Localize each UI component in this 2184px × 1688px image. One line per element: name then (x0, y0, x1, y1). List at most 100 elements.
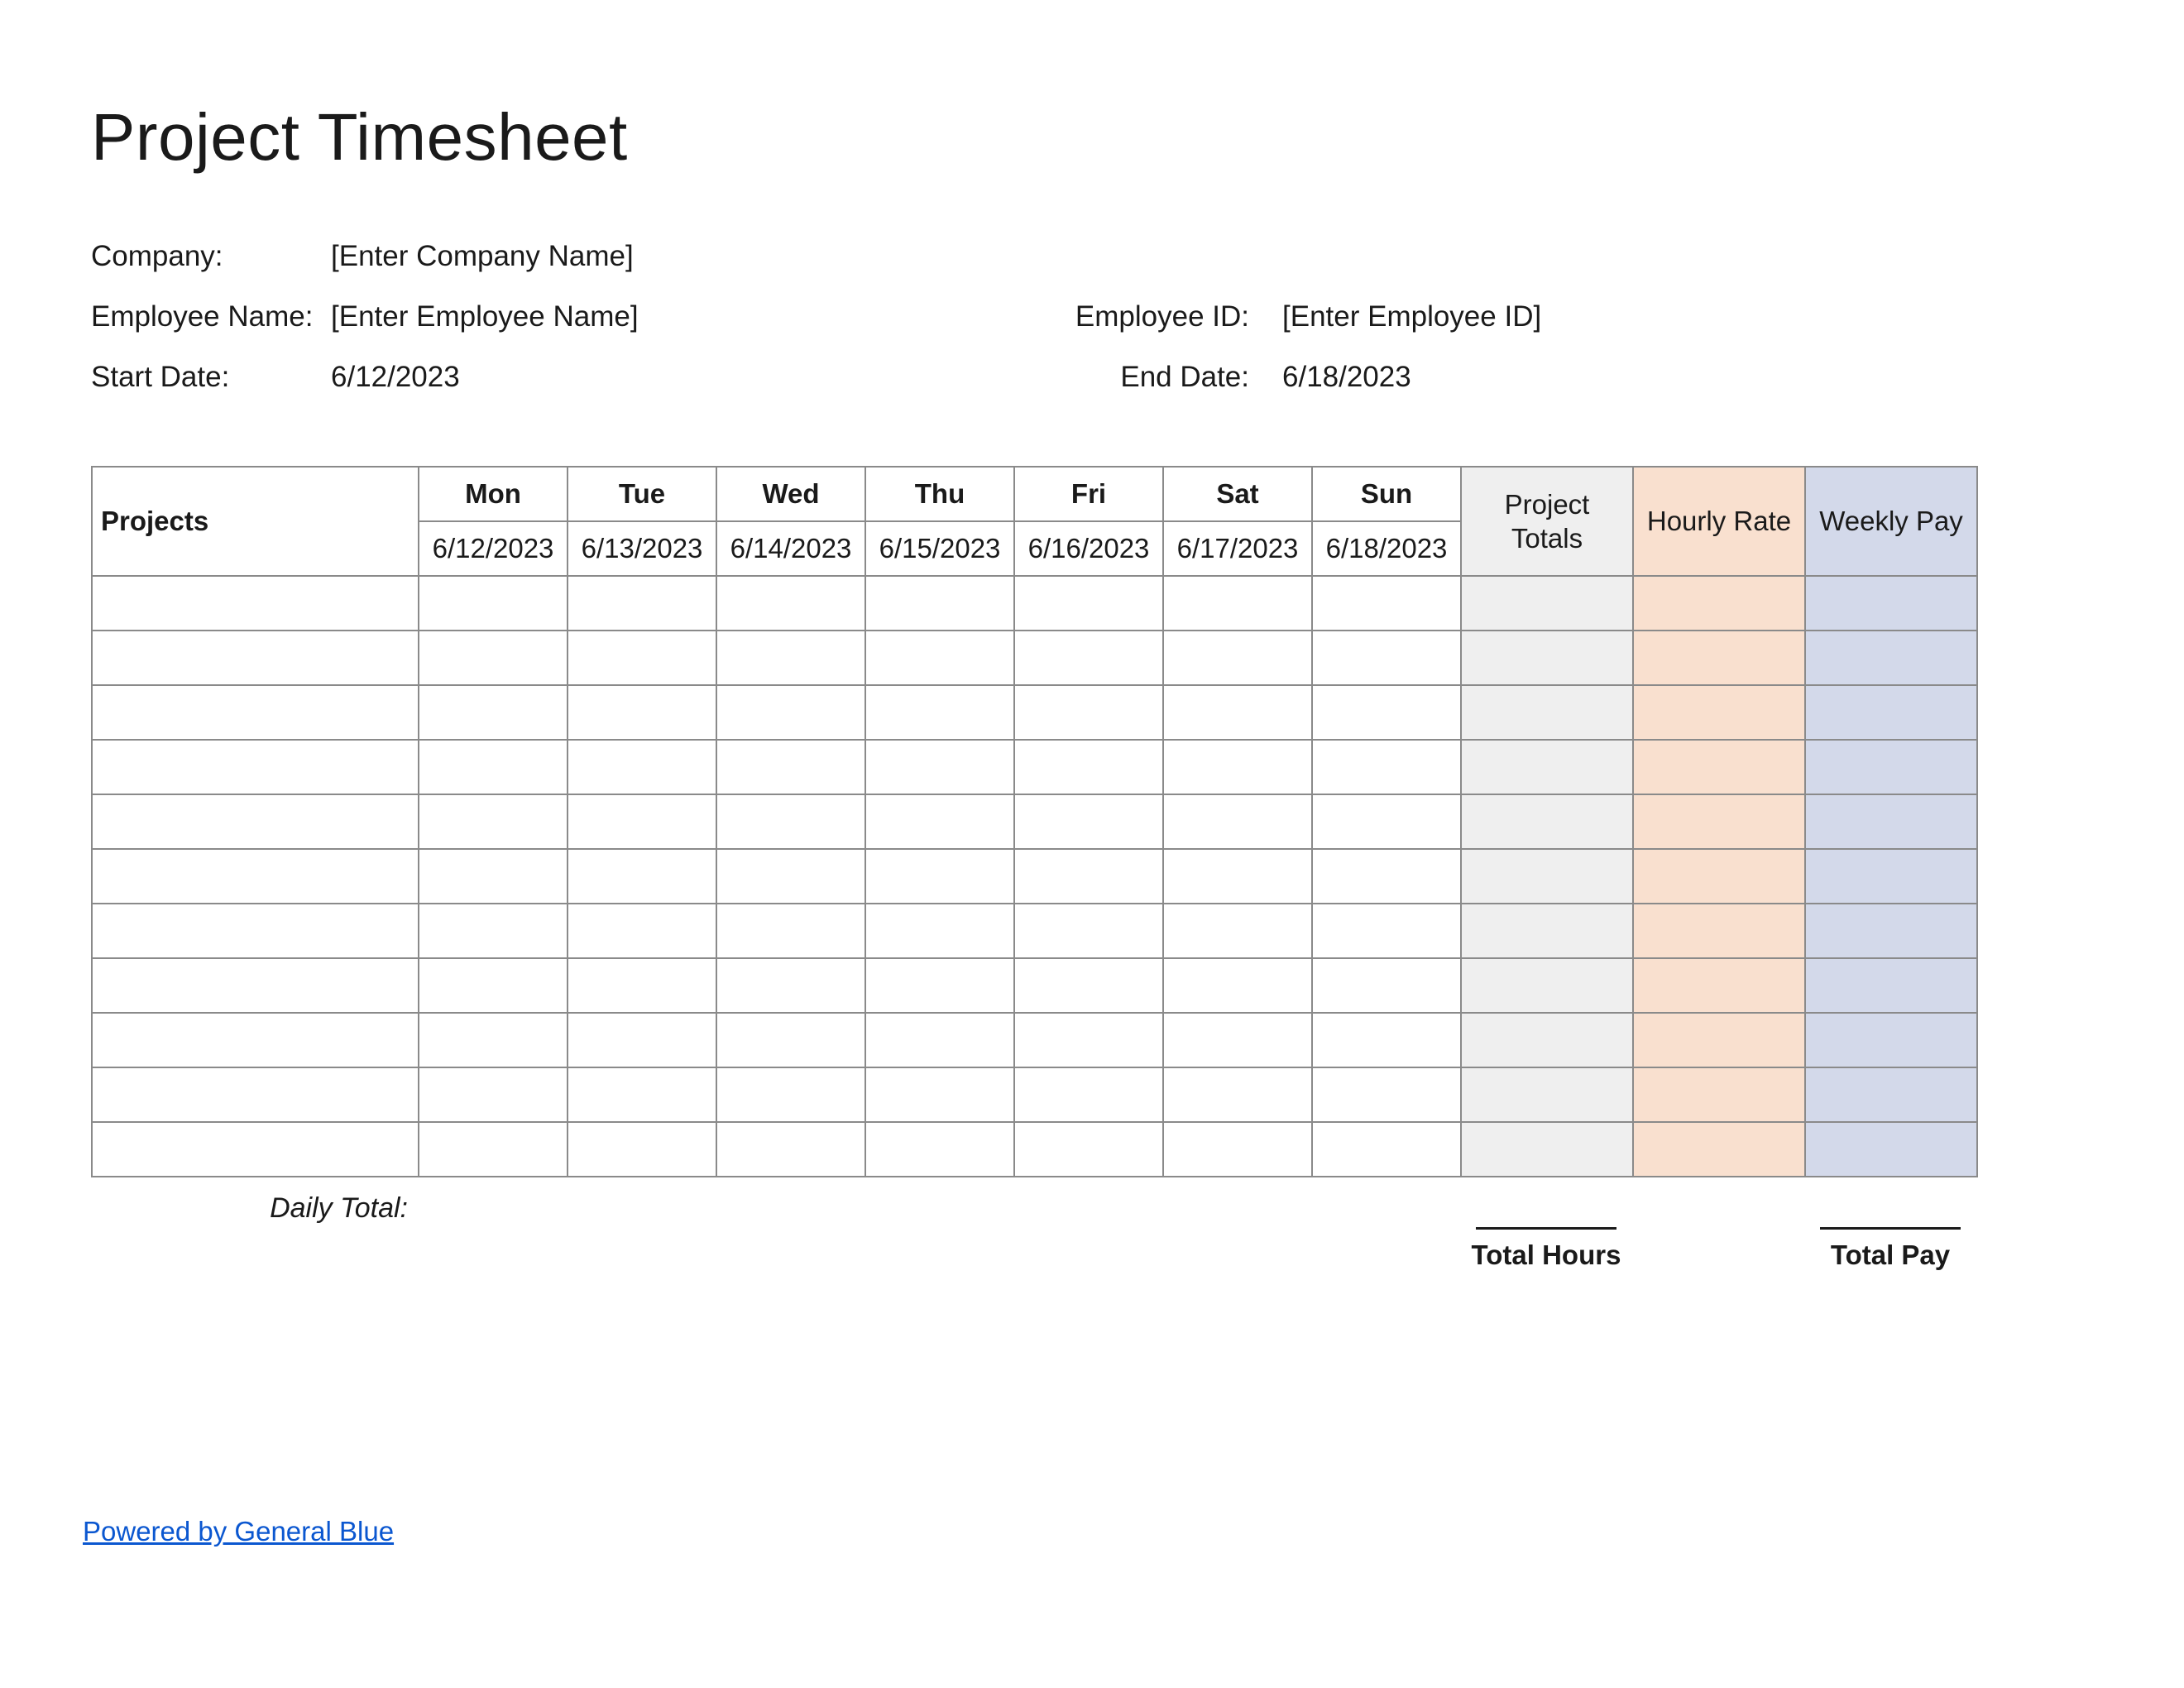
hours-cell[interactable] (568, 631, 716, 685)
hours-cell[interactable] (865, 1013, 1014, 1067)
hours-cell[interactable] (419, 740, 568, 794)
hours-cell[interactable] (865, 904, 1014, 958)
hours-cell[interactable] (1014, 685, 1163, 740)
hours-cell[interactable] (716, 849, 865, 904)
hours-cell[interactable] (1163, 685, 1312, 740)
powered-by-link[interactable]: Powered by General Blue (83, 1516, 394, 1547)
hours-cell[interactable] (865, 849, 1014, 904)
hours-cell[interactable] (419, 1067, 568, 1122)
hours-cell[interactable] (1163, 904, 1312, 958)
project-name-cell[interactable] (92, 794, 419, 849)
project-name-cell[interactable] (92, 685, 419, 740)
hours-cell[interactable] (865, 740, 1014, 794)
hours-cell[interactable] (1163, 631, 1312, 685)
hours-cell[interactable] (419, 685, 568, 740)
hours-cell[interactable] (1163, 576, 1312, 631)
hours-cell[interactable] (419, 576, 568, 631)
hours-cell[interactable] (568, 685, 716, 740)
hourly-rate-cell[interactable] (1633, 794, 1805, 849)
hours-cell[interactable] (1014, 1013, 1163, 1067)
hourly-rate-cell[interactable] (1633, 685, 1805, 740)
hours-cell[interactable] (1163, 1122, 1312, 1177)
project-name-cell[interactable] (92, 1067, 419, 1122)
hours-cell[interactable] (419, 1122, 568, 1177)
hours-cell[interactable] (716, 1067, 865, 1122)
hours-cell[interactable] (419, 794, 568, 849)
end-date-value[interactable]: 6/18/2023 (1282, 362, 1411, 391)
hourly-rate-cell[interactable] (1633, 576, 1805, 631)
hours-cell[interactable] (1312, 958, 1461, 1013)
hours-cell[interactable] (568, 794, 716, 849)
hours-cell[interactable] (1014, 740, 1163, 794)
hours-cell[interactable] (1312, 904, 1461, 958)
hours-cell[interactable] (568, 1122, 716, 1177)
hours-cell[interactable] (568, 576, 716, 631)
hours-cell[interactable] (716, 1013, 865, 1067)
hours-cell[interactable] (716, 1122, 865, 1177)
hours-cell[interactable] (865, 1122, 1014, 1177)
hours-cell[interactable] (1014, 849, 1163, 904)
hours-cell[interactable] (419, 631, 568, 685)
hours-cell[interactable] (1014, 1122, 1163, 1177)
hours-cell[interactable] (419, 1013, 568, 1067)
hours-cell[interactable] (716, 740, 865, 794)
hours-cell[interactable] (1312, 794, 1461, 849)
hours-cell[interactable] (1163, 849, 1312, 904)
hours-cell[interactable] (568, 1067, 716, 1122)
project-name-cell[interactable] (92, 1122, 419, 1177)
hours-cell[interactable] (1014, 794, 1163, 849)
employee-id-value[interactable]: [Enter Employee ID] (1282, 302, 1541, 331)
hourly-rate-cell[interactable] (1633, 631, 1805, 685)
hours-cell[interactable] (1163, 1013, 1312, 1067)
hours-cell[interactable] (865, 958, 1014, 1013)
hours-cell[interactable] (419, 958, 568, 1013)
hours-cell[interactable] (419, 904, 568, 958)
hours-cell[interactable] (1312, 1013, 1461, 1067)
hours-cell[interactable] (1014, 631, 1163, 685)
hours-cell[interactable] (1163, 740, 1312, 794)
hours-cell[interactable] (568, 1013, 716, 1067)
hours-cell[interactable] (1014, 958, 1163, 1013)
hours-cell[interactable] (865, 685, 1014, 740)
hours-cell[interactable] (1163, 794, 1312, 849)
project-name-cell[interactable] (92, 958, 419, 1013)
hours-cell[interactable] (1312, 740, 1461, 794)
hours-cell[interactable] (865, 576, 1014, 631)
project-name-cell[interactable] (92, 740, 419, 794)
hourly-rate-cell[interactable] (1633, 1013, 1805, 1067)
hours-cell[interactable] (1312, 685, 1461, 740)
hourly-rate-cell[interactable] (1633, 958, 1805, 1013)
project-name-cell[interactable] (92, 631, 419, 685)
hours-cell[interactable] (1014, 576, 1163, 631)
hourly-rate-cell[interactable] (1633, 1067, 1805, 1122)
hourly-rate-cell[interactable] (1633, 1122, 1805, 1177)
hourly-rate-cell[interactable] (1633, 740, 1805, 794)
hours-cell[interactable] (1163, 958, 1312, 1013)
hours-cell[interactable] (1014, 904, 1163, 958)
hours-cell[interactable] (716, 576, 865, 631)
project-name-cell[interactable] (92, 1013, 419, 1067)
hourly-rate-cell[interactable] (1633, 904, 1805, 958)
hours-cell[interactable] (1014, 1067, 1163, 1122)
hours-cell[interactable] (1163, 1067, 1312, 1122)
hours-cell[interactable] (1312, 631, 1461, 685)
employee-name-value[interactable]: [Enter Employee Name] (331, 302, 639, 331)
hours-cell[interactable] (1312, 1122, 1461, 1177)
hours-cell[interactable] (716, 631, 865, 685)
hours-cell[interactable] (419, 849, 568, 904)
hours-cell[interactable] (716, 958, 865, 1013)
hours-cell[interactable] (568, 849, 716, 904)
hours-cell[interactable] (568, 904, 716, 958)
hours-cell[interactable] (865, 794, 1014, 849)
company-value[interactable]: [Enter Company Name] (331, 242, 634, 271)
project-name-cell[interactable] (92, 576, 419, 631)
hours-cell[interactable] (568, 958, 716, 1013)
hours-cell[interactable] (716, 794, 865, 849)
hours-cell[interactable] (1312, 849, 1461, 904)
hours-cell[interactable] (716, 904, 865, 958)
hours-cell[interactable] (1312, 1067, 1461, 1122)
hours-cell[interactable] (568, 740, 716, 794)
hours-cell[interactable] (716, 685, 865, 740)
project-name-cell[interactable] (92, 849, 419, 904)
hours-cell[interactable] (865, 631, 1014, 685)
